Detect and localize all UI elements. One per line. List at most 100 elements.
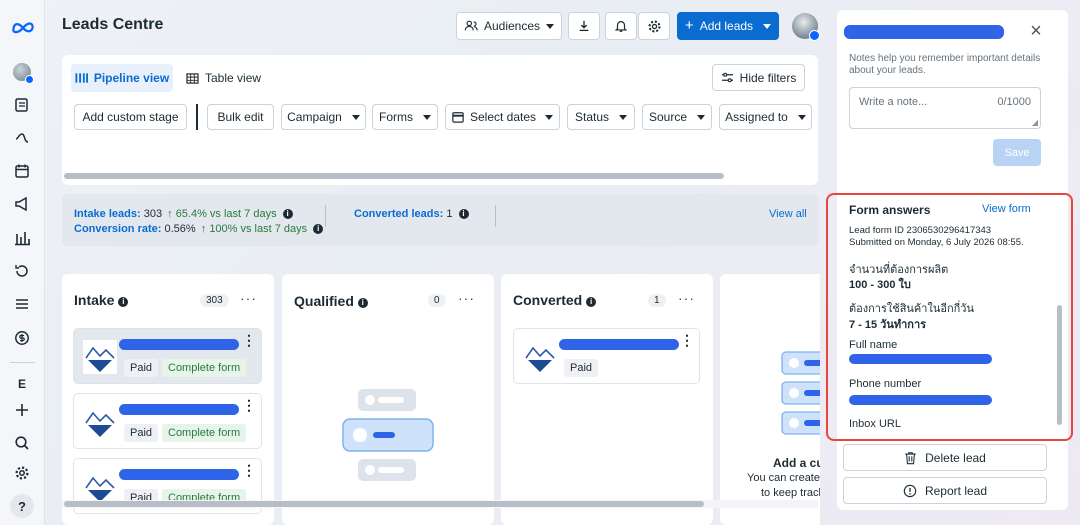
download-button[interactable] xyxy=(568,12,600,40)
conversion-rate-value: 0.56% xyxy=(164,223,196,235)
facebook-badge-icon xyxy=(809,30,820,41)
info-icon[interactable]: i xyxy=(118,297,129,307)
menu-icon[interactable] xyxy=(11,293,33,315)
paid-tag: Paid xyxy=(124,359,159,377)
intake-count-badge: 303 xyxy=(200,294,229,307)
view-form-link[interactable]: View form xyxy=(982,203,1031,215)
complete-form-tag: Complete form xyxy=(162,359,247,377)
meta-logo-icon[interactable] xyxy=(9,16,37,38)
pipeline-view-tab[interactable]: Pipeline view xyxy=(71,64,173,92)
redacted-lead-title xyxy=(844,25,1004,39)
forms-filter-dropdown[interactable]: Forms xyxy=(372,104,438,130)
more-options-icon[interactable]: ··· xyxy=(678,290,695,306)
add-leads-button[interactable]: + Add leads xyxy=(677,12,779,40)
profile-avatar[interactable] xyxy=(792,13,820,41)
lead-thumbnail-image xyxy=(83,405,117,439)
stats-divider xyxy=(325,205,326,227)
pages-icon[interactable] xyxy=(11,94,33,116)
assigned-to-filter-dropdown[interactable]: Assigned to xyxy=(719,104,812,130)
bell-icon xyxy=(614,21,628,32)
calendar-icon[interactable] xyxy=(11,160,33,182)
converted-column xyxy=(501,274,713,525)
more-options-vertical-icon[interactable]: ⋮ xyxy=(242,398,256,412)
form-answers-heading: Form answers xyxy=(849,203,931,217)
info-icon[interactable]: i xyxy=(586,297,597,307)
redacted-lead-name xyxy=(119,469,239,480)
trash-icon xyxy=(905,451,916,464)
hide-filters-label: Hide filters xyxy=(739,70,797,85)
custom-stage-illustration xyxy=(781,351,820,435)
filters-horizontal-scrollbar[interactable] xyxy=(64,173,724,179)
pipeline-horizontal-scrollbar[interactable] xyxy=(64,501,704,507)
qualified-column-title: Qualified i xyxy=(294,293,368,309)
details-vertical-scrollbar[interactable] xyxy=(1057,305,1062,425)
intake-leads-stat: Intake leads: 303 ↑ 65.4% vs last 7 days… xyxy=(74,208,293,220)
pipeline-view-label: Pipeline view xyxy=(93,71,170,85)
notifications-button[interactable] xyxy=(605,12,637,40)
audience-people-icon xyxy=(464,20,478,31)
redacted-lead-name xyxy=(119,339,239,350)
toolbar-divider xyxy=(196,104,198,130)
trend-up-arrow-icon: ↑ xyxy=(167,208,173,220)
more-options-icon[interactable]: ··· xyxy=(458,290,475,306)
redacted-lead-name xyxy=(119,404,239,415)
full-name-label: Full name xyxy=(849,339,898,351)
notes-help-text: Notes help you remember important detail… xyxy=(849,53,1041,76)
account-initial[interactable]: E xyxy=(11,373,33,395)
chevron-down-icon xyxy=(697,114,706,120)
audiences-dropdown[interactable]: Audiences xyxy=(456,12,562,40)
chevron-down-icon xyxy=(619,114,628,120)
search-icon[interactable] xyxy=(11,432,33,454)
info-icon[interactable]: i xyxy=(458,209,469,219)
lead-card[interactable]: ⋮ Paid xyxy=(513,328,700,384)
billing-dollar-icon[interactable] xyxy=(11,327,33,349)
pipeline-columns-icon xyxy=(75,73,88,83)
close-icon[interactable]: × xyxy=(1027,21,1045,41)
inbox-url-label: Inbox URL xyxy=(849,418,901,430)
info-icon[interactable]: i xyxy=(313,224,324,234)
rail-divider xyxy=(10,362,35,363)
paid-tag: Paid xyxy=(564,359,599,377)
more-options-icon[interactable]: ··· xyxy=(240,290,257,306)
automation-icon[interactable] xyxy=(11,260,33,282)
view-all-link[interactable]: View all xyxy=(769,208,807,220)
add-custom-stage-button[interactable]: Add custom stage xyxy=(74,104,187,130)
converted-leads-value: 1 xyxy=(446,208,453,220)
help-button[interactable]: ? xyxy=(10,494,34,518)
settings-button[interactable] xyxy=(638,12,670,40)
info-icon[interactable]: i xyxy=(357,298,368,308)
lead-form-id: Lead form ID 2306530296417343 xyxy=(849,225,992,236)
settings-gear-icon[interactable] xyxy=(11,462,33,484)
note-textarea[interactable]: Write a note... 0/1000 ◢ xyxy=(849,87,1041,129)
more-options-vertical-icon[interactable]: ⋮ xyxy=(242,333,256,347)
redacted-full-name xyxy=(849,354,992,364)
more-options-vertical-icon[interactable]: ⋮ xyxy=(680,333,694,347)
select-dates-dropdown[interactable]: Select dates xyxy=(445,104,560,130)
add-custom-stage-title: Add a cu xyxy=(773,456,820,470)
report-lead-button[interactable]: Report lead xyxy=(843,477,1047,504)
lead-thumbnail-image xyxy=(83,340,117,374)
submitted-date: Submitted on Monday, 6 July 2026 08:55. xyxy=(849,237,1024,248)
add-custom-stage-text-1: You can create xyxy=(747,472,820,484)
bulk-edit-button[interactable]: Bulk edit xyxy=(207,104,274,130)
lead-thumbnail-image xyxy=(523,340,557,374)
answer-production-quantity: 100 - 300 ใบ xyxy=(849,279,911,291)
more-options-vertical-icon[interactable]: ⋮ xyxy=(242,463,256,477)
insights-bar-chart-icon[interactable] xyxy=(11,227,33,249)
resize-handle-icon[interactable]: ◢ xyxy=(1032,118,1038,127)
account-avatar[interactable] xyxy=(11,61,34,84)
activity-icon[interactable] xyxy=(11,127,33,149)
hide-filters-button[interactable]: Hide filters xyxy=(712,64,805,91)
add-icon[interactable] xyxy=(11,399,33,421)
lead-card[interactable]: ⋮ Paid Complete form xyxy=(73,393,262,449)
campaign-filter-dropdown[interactable]: Campaign xyxy=(281,104,366,130)
save-note-button[interactable]: Save xyxy=(993,139,1041,166)
info-icon[interactable]: i xyxy=(282,209,293,219)
lead-card[interactable]: ⋮ Paid Complete form xyxy=(73,328,262,384)
table-view-tab[interactable]: Table view xyxy=(186,64,266,92)
megaphone-icon[interactable] xyxy=(11,193,33,215)
delete-lead-button[interactable]: Delete lead xyxy=(843,444,1047,471)
source-filter-dropdown[interactable]: Source xyxy=(642,104,712,130)
stats-divider xyxy=(495,205,496,227)
status-filter-dropdown[interactable]: Status xyxy=(567,104,635,130)
